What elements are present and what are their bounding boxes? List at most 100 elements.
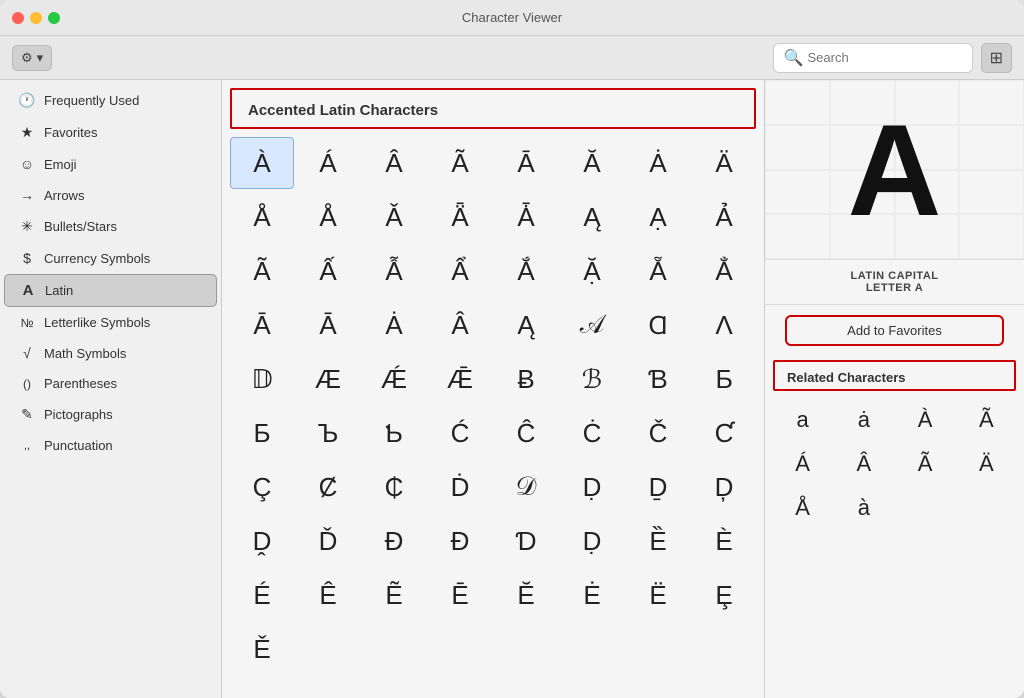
char-cell[interactable]: Ḍ	[560, 461, 624, 513]
char-cell[interactable]: Ƀ	[494, 353, 558, 405]
char-cell[interactable]: Ą	[494, 299, 558, 351]
char-cell[interactable]: Ḑ	[692, 461, 756, 513]
char-cell[interactable]: À	[230, 137, 294, 189]
char-cell[interactable]: Ȧ	[362, 299, 426, 351]
sidebar-item-punctuation[interactable]: ,, Punctuation	[4, 431, 217, 460]
related-cell[interactable]: À	[896, 399, 955, 441]
sidebar-item-emoji[interactable]: ☺ Emoji	[4, 149, 217, 179]
char-cell[interactable]: Ǣ	[428, 353, 492, 405]
char-cell[interactable]: Ả	[692, 191, 756, 243]
sidebar-item-bullets-stars[interactable]: ✳ Bullets/Stars	[4, 211, 217, 242]
char-cell[interactable]: Ɖ	[428, 515, 492, 567]
char-cell[interactable]: Â	[362, 137, 426, 189]
related-cell[interactable]: Ã	[896, 443, 955, 485]
gear-button[interactable]: ⚙ ▾	[12, 45, 52, 71]
sidebar-item-favorites[interactable]: ★ Favorites	[4, 117, 217, 148]
char-cell[interactable]: Ã	[230, 245, 294, 297]
char-cell[interactable]: É	[230, 569, 294, 621]
related-cell[interactable]: à	[834, 487, 893, 529]
char-cell[interactable]: Ẳ	[692, 245, 756, 297]
related-cell[interactable]: a	[773, 399, 832, 441]
char-cell[interactable]: Ȩ	[692, 569, 756, 621]
char-cell[interactable]: Ā	[494, 137, 558, 189]
char-cell[interactable]: Ä	[692, 137, 756, 189]
char-cell[interactable]: Ɑ	[626, 299, 690, 351]
char-cell[interactable]: Ǽ	[362, 353, 426, 405]
related-cell[interactable]: Å	[773, 487, 832, 529]
char-cell[interactable]: Ẩ	[428, 245, 492, 297]
char-cell[interactable]: Č	[626, 407, 690, 459]
char-cell[interactable]: Ƃ	[692, 353, 756, 405]
char-cell[interactable]: Ĕ	[494, 569, 558, 621]
related-cell[interactable]: Ã	[957, 399, 1016, 441]
related-cell[interactable]: Â	[834, 443, 893, 485]
char-cell[interactable]: Ẫ	[362, 245, 426, 297]
char-cell[interactable]: Å	[230, 191, 294, 243]
char-cell[interactable]: Ȅ	[626, 515, 690, 567]
char-cell[interactable]: Ċ	[560, 407, 624, 459]
char-cell[interactable]: Ḏ	[626, 461, 690, 513]
close-button[interactable]	[12, 12, 24, 24]
char-cell[interactable]: Ǡ	[494, 191, 558, 243]
char-cell[interactable]: Ë	[626, 569, 690, 621]
char-cell[interactable]: Ặ	[560, 245, 624, 297]
char-cell[interactable]: 𝒜	[560, 299, 624, 351]
char-cell[interactable]: Ĉ	[494, 407, 558, 459]
search-input[interactable]	[808, 50, 958, 65]
char-cell[interactable]: Ē	[428, 569, 492, 621]
char-cell[interactable]: Ą	[560, 191, 624, 243]
char-cell[interactable]: Ȧ	[626, 137, 690, 189]
char-cell[interactable]: 𝒟	[494, 461, 558, 513]
char-cell[interactable]: Đ	[362, 515, 426, 567]
char-cell[interactable]: Ấ	[296, 245, 360, 297]
char-cell[interactable]: È	[692, 515, 756, 567]
char-cell[interactable]: Ƈ	[692, 407, 756, 459]
char-cell[interactable]: Ạ	[626, 191, 690, 243]
char-cell[interactable]: Ã	[428, 137, 492, 189]
sidebar-item-frequently-used[interactable]: 🕐 Frequently Used	[4, 85, 217, 116]
char-cell[interactable]: Æ	[296, 353, 360, 405]
char-cell[interactable]: ₵	[362, 461, 426, 513]
char-cell[interactable]: Ď	[296, 515, 360, 567]
char-cell[interactable]: Ǎ	[362, 191, 426, 243]
related-cell[interactable]: Ä	[957, 443, 1016, 485]
char-cell[interactable]: Ẵ	[626, 245, 690, 297]
sidebar-item-arrows[interactable]: → Arrows	[4, 180, 217, 210]
sidebar-item-pictographs[interactable]: ✎ Pictographs	[4, 399, 217, 430]
char-cell[interactable]: Ɗ	[494, 515, 558, 567]
sidebar-item-math-symbols[interactable]: √ Math Symbols	[4, 338, 217, 368]
char-cell[interactable]: Ḓ	[230, 515, 294, 567]
char-cell[interactable]: Ć	[428, 407, 492, 459]
sidebar-item-parentheses[interactable]: () Parentheses	[4, 369, 217, 398]
char-cell[interactable]: Ȼ	[296, 461, 360, 513]
related-cell[interactable]: ȧ	[834, 399, 893, 441]
char-cell[interactable]: Ḋ	[428, 461, 492, 513]
grid-view-button[interactable]: ⊞	[981, 43, 1012, 73]
maximize-button[interactable]	[48, 12, 60, 24]
char-cell[interactable]: Ƅ	[362, 407, 426, 459]
char-cell[interactable]: Ç	[230, 461, 294, 513]
char-cell[interactable]: Ā	[230, 299, 294, 351]
char-cell[interactable]: Ė	[560, 569, 624, 621]
sidebar-item-currency-symbols[interactable]: $ Currency Symbols	[4, 243, 217, 273]
char-cell[interactable]: Ā	[296, 299, 360, 351]
char-cell[interactable]: Ẽ	[362, 569, 426, 621]
char-cell[interactable]: Â	[428, 299, 492, 351]
char-cell[interactable]: Б	[230, 407, 294, 459]
char-cell[interactable]: Ǟ	[428, 191, 492, 243]
char-cell[interactable]: Ʌ	[692, 299, 756, 351]
add-to-favorites-button[interactable]: Add to Favorites	[785, 315, 1004, 346]
char-cell[interactable]: Ḍ	[560, 515, 624, 567]
sidebar-item-latin[interactable]: A Latin	[4, 274, 217, 307]
sidebar-item-letterlike-symbols[interactable]: № Letterlike Symbols	[4, 308, 217, 337]
char-cell[interactable]: Ă	[560, 137, 624, 189]
char-cell[interactable]: Á	[296, 137, 360, 189]
related-cell[interactable]: Á	[773, 443, 832, 485]
char-cell[interactable]: 𝔻	[230, 353, 294, 405]
char-cell[interactable]: ℬ	[560, 353, 624, 405]
char-cell[interactable]: Ắ	[494, 245, 558, 297]
minimize-button[interactable]	[30, 12, 42, 24]
char-cell[interactable]: Ъ	[296, 407, 360, 459]
char-cell[interactable]: Ɓ	[626, 353, 690, 405]
char-cell[interactable]: Å	[296, 191, 360, 243]
